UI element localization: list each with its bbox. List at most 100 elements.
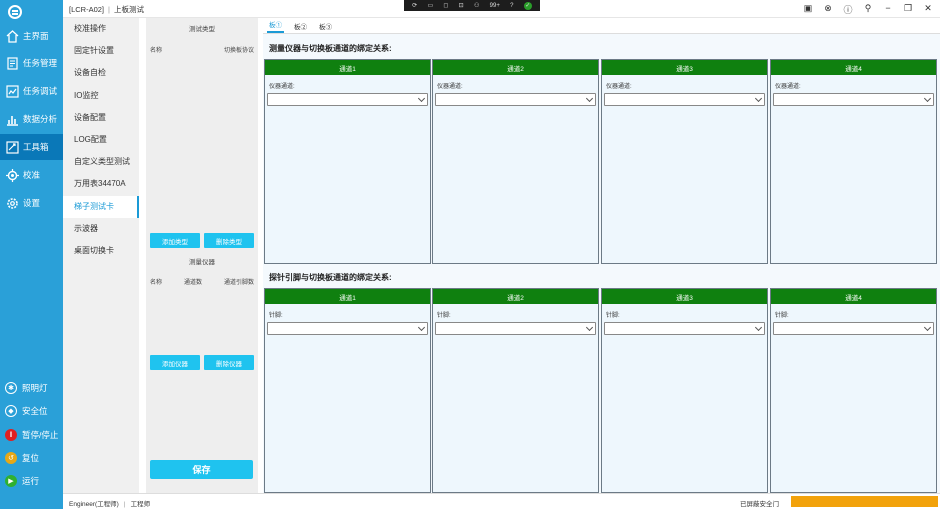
subnav-item-multimeter[interactable]: 万用表34470A — [63, 173, 139, 195]
instrument-channel-select[interactable] — [604, 93, 765, 106]
window-icon[interactable]: ▭ — [427, 2, 433, 9]
main-nav: 主界面 任务管理 任务调试 数据分析 工具箱 校准 设置 ✱ 照明灯 ◆ 安全位… — [0, 0, 63, 509]
instrument-channel-select[interactable] — [267, 93, 428, 106]
probe-pin-select[interactable] — [267, 322, 428, 335]
delete-instrument-button[interactable]: 删除仪器 — [204, 355, 254, 370]
nav-item-label: 工具箱 — [23, 142, 49, 152]
tab-board-2[interactable]: 板② — [292, 21, 309, 33]
subnav-item-ladder-test-card[interactable]: 梯子测试卡 — [63, 195, 139, 218]
run-icon: ▶ — [5, 475, 17, 487]
nav-bottom-run[interactable]: ▶ 运行 — [0, 470, 63, 492]
user-info: Engineer(工程师) | 工程师 — [69, 501, 151, 508]
user-role: 工程师 — [130, 501, 151, 508]
probe-channel-2: 通道2 针脚: — [432, 288, 599, 493]
channel-header: 通道2 — [433, 60, 598, 75]
subnav-item-log-config[interactable]: LOG配置 — [63, 129, 139, 151]
subnav-item-desktop-switch-card[interactable]: 桌面切换卡 — [63, 240, 139, 262]
minimize-icon[interactable]: − — [882, 3, 894, 16]
overlay-taskbar: ⟳ ▭ ◻ ⊡ ⚇ 99+ ? ✓ — [404, 0, 540, 11]
nav-item-task-debug[interactable]: 任务调试 — [0, 78, 63, 104]
channel-field-label: 针脚: — [269, 313, 283, 319]
type-list[interactable] — [146, 54, 258, 230]
save-button[interactable]: 保存 — [150, 460, 253, 479]
nav-item-label: 校准 — [23, 170, 41, 180]
nav-bottom-reset[interactable]: ↺ 复位 — [0, 447, 63, 469]
channel-field-label: 仪器通道: — [606, 84, 632, 90]
types-panel: 测试类型 名称 切换板协议 添加类型 删除类型 测量仪器 名称 通道数 通道引脚… — [146, 18, 258, 493]
nav-bottom-label: 安全位 — [22, 406, 48, 416]
chevron-down-icon — [923, 323, 932, 332]
subnav-item-io-monitor[interactable]: IO监控 — [63, 85, 139, 107]
nav-bottom-light[interactable]: ✱ 照明灯 — [0, 377, 63, 399]
chat-icon[interactable]: ◻ — [443, 2, 448, 9]
probe-channel-1: 通道1 针脚: — [264, 288, 431, 493]
instrument-list[interactable] — [146, 286, 258, 352]
nav-bottom-pause-stop[interactable]: ‖ 暂停/停止 — [0, 424, 63, 446]
gear-icon — [5, 196, 19, 210]
notification-badge[interactable]: 99+ — [490, 3, 500, 9]
save-icon[interactable]: ▣ — [802, 3, 814, 16]
add-instrument-button[interactable]: 添加仪器 — [150, 355, 200, 370]
globe-icon[interactable]: ⊗ — [822, 3, 834, 16]
info-icon[interactable]: ⓘ — [842, 3, 854, 16]
subnav-item-oscilloscope[interactable]: 示波器 — [63, 218, 139, 240]
nav-item-home[interactable]: 主界面 — [0, 23, 63, 49]
nav-item-label: 数据分析 — [23, 114, 58, 124]
chevron-down-icon — [417, 94, 426, 103]
nav-bottom-safe-position[interactable]: ◆ 安全位 — [0, 400, 63, 422]
subnav-item-device-config[interactable]: 设备配置 — [63, 107, 139, 129]
window-controls: ▣ ⊗ ⓘ ⚲ − ❐ ✕ — [802, 3, 934, 16]
col-name: 名称 — [150, 48, 163, 54]
nav-bottom-label: 运行 — [22, 476, 40, 486]
probe-pin-select[interactable] — [435, 322, 596, 335]
nav-item-label: 任务管理 — [23, 58, 58, 68]
subnav-item-fixed-pin[interactable]: 固定针设置 — [63, 40, 139, 62]
close-icon[interactable]: ✕ — [922, 3, 934, 16]
add-type-button[interactable]: 添加类型 — [150, 233, 200, 248]
probe-channel-3: 通道3 针脚: — [601, 288, 768, 493]
home-icon — [5, 29, 19, 43]
calibrate-icon — [5, 168, 19, 182]
instrument-channel-1: 通道1 仪器通道: — [264, 59, 431, 264]
board-tabs: 板① 板② 板③ — [263, 18, 940, 34]
help-icon[interactable]: ? — [510, 3, 513, 9]
tab-board-1[interactable]: 板① — [267, 19, 284, 33]
delete-type-button[interactable]: 删除类型 — [204, 233, 254, 248]
ok-icon[interactable]: ✓ — [523, 1, 532, 10]
col-protocol: 切换板协议 — [223, 48, 254, 54]
search-icon[interactable]: ⚲ — [862, 3, 874, 16]
nav-item-settings[interactable]: 设置 — [0, 190, 63, 216]
channel-header: 通道1 — [265, 289, 430, 304]
monitor-icon[interactable]: ⊡ — [459, 2, 464, 9]
task-icon — [5, 56, 19, 70]
user-icon[interactable]: ⚇ — [474, 2, 479, 9]
chevron-down-icon — [417, 323, 426, 332]
subnav-item-self-check[interactable]: 设备自检 — [63, 62, 139, 84]
channel-header: 通道4 — [771, 289, 936, 304]
channel-field-label: 仪器通道: — [775, 84, 801, 90]
instrument-channel-select[interactable] — [773, 93, 934, 106]
tab-board-3[interactable]: 板③ — [317, 21, 334, 33]
subnav-item-custom-type-test[interactable]: 自定义类型测试 — [63, 151, 139, 173]
nav-item-label: 主界面 — [23, 31, 49, 41]
user-name: Engineer(工程师) — [69, 501, 119, 508]
section-instrument-binding-title: 测量仪器与切换板通道的绑定关系: — [269, 44, 392, 53]
instrument-channel-select[interactable] — [435, 93, 596, 106]
nav-item-data-analysis[interactable]: 数据分析 — [0, 106, 63, 132]
chevron-down-icon — [585, 94, 594, 103]
nav-item-task-management[interactable]: 任务管理 — [0, 50, 63, 76]
test-type-title: 测试类型 — [189, 26, 215, 33]
nav-item-toolbox[interactable]: 工具箱 — [0, 134, 63, 160]
instrument-channel-3: 通道3 仪器通道: — [601, 59, 768, 264]
light-icon: ✱ — [5, 382, 17, 394]
chevron-down-icon — [754, 323, 763, 332]
restore-icon[interactable]: ❐ — [902, 3, 914, 16]
window-title: [LCR-A02] | 上板测试 — [69, 5, 144, 14]
nav-item-calibrate[interactable]: 校准 — [0, 162, 63, 188]
channel-field-label: 针脚: — [606, 313, 620, 319]
sync-icon[interactable]: ⟳ — [412, 2, 417, 9]
probe-pin-select[interactable] — [773, 322, 934, 335]
subnav-item-calibration-op[interactable]: 校准操作 — [63, 18, 139, 40]
probe-pin-select[interactable] — [604, 322, 765, 335]
nav-item-label: 设置 — [23, 198, 41, 208]
